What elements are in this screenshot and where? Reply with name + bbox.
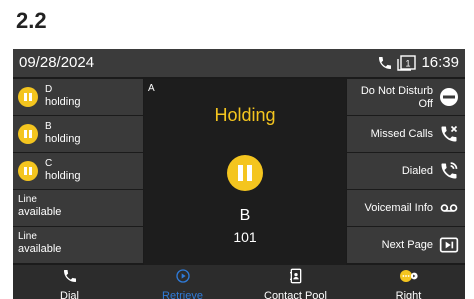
- phone-icon: [64, 270, 76, 282]
- line-name: Line: [18, 231, 37, 242]
- voicemail-info-label: Voicemail Info: [364, 202, 433, 214]
- missed-calls-button[interactable]: Missed Calls: [347, 116, 465, 153]
- account-number: 1: [406, 58, 411, 68]
- line-name: B: [45, 121, 52, 132]
- contacts-icon: [290, 268, 302, 284]
- call-line-label: A: [148, 83, 155, 94]
- retrieve-label: Retrieve: [162, 290, 203, 299]
- voicemail-info-button[interactable]: Voicemail Info: [347, 190, 465, 227]
- status-time: 16:39: [421, 54, 459, 71]
- line-item-available-1[interactable]: Line available: [13, 190, 143, 227]
- line-name: C: [45, 158, 53, 169]
- line-item-b[interactable]: B holding: [13, 116, 143, 153]
- contact-pool-softkey[interactable]: Contact Pool: [239, 265, 352, 299]
- line-item-d[interactable]: D holding: [13, 79, 143, 116]
- call-panel: A Holding B 101: [144, 79, 346, 265]
- dnd-label: Do Not Disturb: [360, 85, 433, 97]
- phone-icon: [379, 56, 392, 69]
- line-name: Line: [18, 194, 37, 205]
- dialed-button[interactable]: Dialed: [347, 153, 465, 190]
- status-right: 1 16:39: [377, 54, 459, 71]
- missed-calls-icon: [441, 125, 458, 142]
- dnd-button[interactable]: Do Not Disturb Off: [347, 79, 465, 116]
- softkey-bar: Dial Retrieve Contact Pool Right: [13, 265, 465, 299]
- line-state: holding: [45, 133, 81, 145]
- contact-number: 101: [233, 229, 257, 245]
- right-softkey[interactable]: Right: [352, 265, 465, 299]
- right-label: Right: [395, 290, 422, 299]
- next-page-icon: [439, 237, 459, 253]
- dnd-icon: [440, 88, 458, 106]
- next-page-button[interactable]: Next Page: [347, 227, 465, 264]
- pause-icon: [18, 124, 38, 144]
- status-date: 09/28/2024: [19, 54, 95, 71]
- contact-pool-label: Contact Pool: [264, 290, 327, 299]
- line-item-c[interactable]: C holding: [13, 153, 143, 190]
- next-page-label: Next Page: [381, 239, 433, 251]
- function-keys: Do Not Disturb Off Missed Calls Dialed Vo…: [347, 79, 465, 264]
- line-item-available-2[interactable]: Line available: [13, 227, 143, 264]
- phone-screen: 09/28/2024 1 16:39 D holding B holding C…: [13, 49, 465, 299]
- call-status: Holding: [214, 105, 276, 125]
- line-name: D: [45, 84, 53, 95]
- page-heading: 2.2: [16, 8, 47, 33]
- contact-name: B: [239, 207, 251, 224]
- dialed-icon: [441, 162, 458, 179]
- hold-pause-icon: [227, 155, 263, 191]
- play-circle-icon: [176, 269, 190, 283]
- dial-label: Dial: [60, 290, 79, 299]
- line-state: available: [18, 206, 62, 218]
- status-bar: 09/28/2024 1 16:39: [13, 49, 465, 77]
- voicemail-icon: [440, 204, 458, 212]
- pause-icon: [18, 161, 38, 181]
- dnd-value: Off: [418, 98, 433, 110]
- line-state: holding: [45, 170, 81, 182]
- dial-softkey[interactable]: Dial: [13, 265, 126, 299]
- line-state: available: [18, 243, 62, 255]
- line-state: holding: [45, 96, 81, 108]
- more-icon: [400, 270, 418, 282]
- retrieve-softkey[interactable]: Retrieve: [126, 265, 239, 299]
- account-box-icon: 1: [397, 54, 417, 71]
- pause-icon: [18, 87, 38, 107]
- missed-calls-label: Missed Calls: [370, 128, 433, 140]
- line-list: D holding B holding C holding Line avail…: [13, 79, 143, 264]
- dnd-text: Do Not Disturb Off: [361, 85, 433, 111]
- dialed-label: Dialed: [401, 165, 433, 177]
